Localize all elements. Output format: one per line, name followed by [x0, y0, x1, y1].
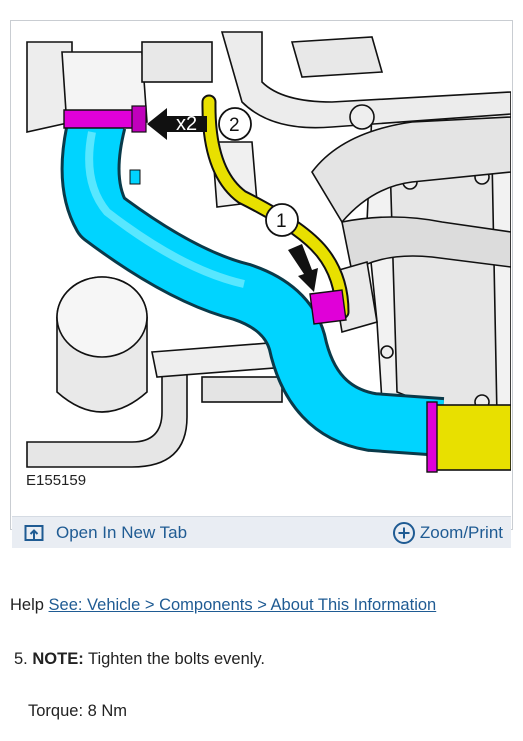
illustration-figure: x2 2 1 E155159 Open In New Tab Zoom/Prin…	[10, 20, 513, 548]
zoom-plus-icon	[392, 521, 415, 544]
step-number: 5.	[14, 650, 28, 668]
figure-id-label: E155159	[26, 472, 86, 489]
zoom-print-label: Zoom/Print	[419, 522, 503, 542]
callout-x2-text: x2	[176, 113, 197, 135]
torque-spec: Torque: 8 Nm	[28, 702, 128, 720]
callout-1-text: 1	[276, 211, 287, 232]
open-in-new-tab-button[interactable]: Open In New Tab	[24, 517, 187, 548]
engine-illustration[interactable]: x2 2 1 E155159	[12, 22, 511, 517]
step-5: 5. NOTE: Tighten the bolts evenly.	[14, 650, 265, 669]
about-this-information-link[interactable]: See: Vehicle > Components > About This I…	[49, 596, 437, 614]
callout-2-text: 2	[229, 115, 240, 136]
open-new-tab-icon	[24, 524, 44, 541]
figure-toolbar: Open In New Tab Zoom/Print	[12, 516, 511, 548]
note-label: NOTE:	[32, 650, 84, 668]
open-in-new-tab-label: Open In New Tab	[56, 522, 188, 542]
help-prefix: Help	[10, 596, 44, 614]
help-line: Help See: Vehicle > Components > About T…	[10, 596, 436, 615]
note-text: Tighten the bolts evenly.	[88, 650, 266, 668]
zoom-print-button[interactable]: Zoom/Print	[392, 517, 503, 548]
